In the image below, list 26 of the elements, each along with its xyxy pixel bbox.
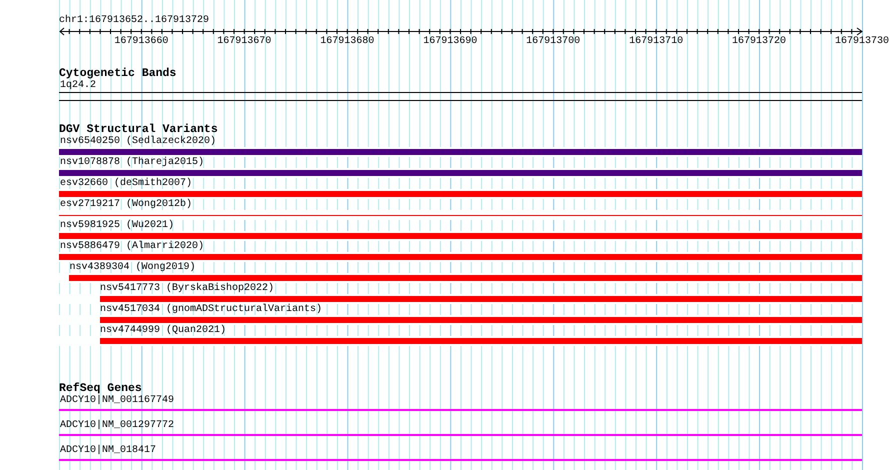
tick-label: 167913680 <box>320 36 374 47</box>
feature-label: nsv6540250 (Sedlazeck2020) <box>60 136 216 147</box>
feature-label: nsv4389304 (Wong2019) <box>69 262 196 273</box>
track-title: Cytogenetic Bands <box>59 68 176 80</box>
tick-label: 167913660 <box>114 36 168 47</box>
tick-label: 167913710 <box>629 36 684 47</box>
feature-label: ADCY10|NM_018417 <box>60 445 156 456</box>
track-title: RefSeq Genes <box>59 383 142 395</box>
feature-label: nsv1078878 (Thareja2015) <box>60 157 204 168</box>
feature-label: nsv5886479 (Almarri2020) <box>60 241 204 252</box>
feature-label: nsv4517034 (gnomADStructuralVariants) <box>100 304 322 315</box>
feature-label: ADCY10|NM_001167749 <box>60 395 174 406</box>
track-title: DGV Structural Variants <box>59 124 218 136</box>
feature-label: esv2719217 (Wong2012b) <box>60 199 192 210</box>
feature-label: nsv4744999 (Quan2021) <box>100 325 226 336</box>
tick-label: 167913720 <box>732 36 786 47</box>
feature-label: nsv5981925 (Wu2021) <box>60 220 174 231</box>
tick-label: 167913690 <box>423 36 478 47</box>
tick-label: 167913700 <box>526 36 580 47</box>
feature-label: 1q24.2 <box>60 80 96 91</box>
tick-label: 167913730 <box>835 36 889 47</box>
feature-label: nsv5417773 (ByrskaBishop2022) <box>100 283 274 294</box>
ruler-location-label: chr1:167913652..167913729 <box>59 15 210 26</box>
tick-label: 167913670 <box>217 36 272 47</box>
feature-label: esv32660 (deSmith2007) <box>60 178 192 189</box>
feature-label: ADCY10|NM_001297772 <box>60 420 174 431</box>
